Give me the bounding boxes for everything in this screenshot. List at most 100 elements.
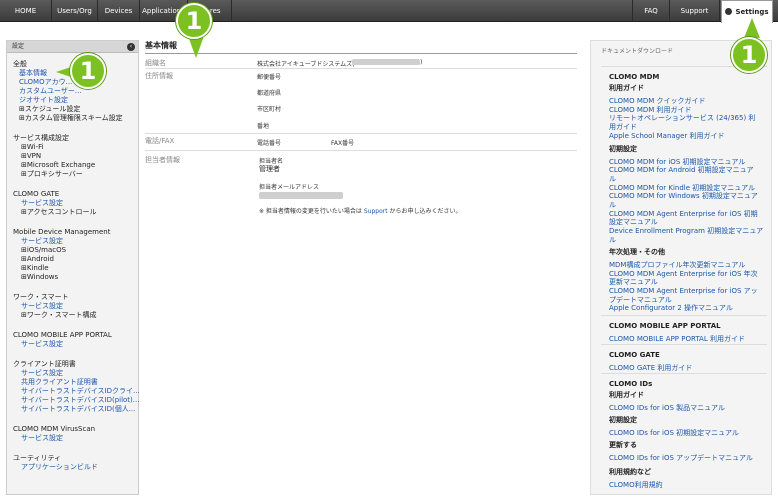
nav-devices[interactable]: Devices: [98, 0, 140, 22]
sidebar-item[interactable]: ジオサイト設定: [19, 96, 68, 105]
document-link[interactable]: プデートマニュアル: [609, 296, 672, 304]
sidebar-item[interactable]: ⊞ワーク・スマート構成: [21, 311, 97, 320]
redacted-email: [259, 192, 343, 199]
sidebar-item[interactable]: ⊞プロキシサーバー: [21, 170, 83, 179]
sidebar-header: 設定 ‹: [7, 41, 138, 53]
sidebar-item[interactable]: ⊞アクセスコントロール: [21, 208, 97, 217]
callout-badge-sidebar: 1: [70, 53, 106, 89]
nav-faq[interactable]: FAQ: [632, 0, 670, 22]
document-link[interactable]: CLOMO MDM for Windows 初期設定マニュア: [609, 192, 758, 200]
sidebar-item[interactable]: サイバートラストデバイスIDクライ...: [21, 387, 140, 396]
page-title: 基本情報: [145, 41, 177, 50]
sidebar-category: クライアント証明書: [13, 360, 76, 368]
sidebar-item[interactable]: ⊞VPN: [21, 152, 41, 161]
sidebar-item[interactable]: ⊞カスタム管理権限スキーム設定: [19, 114, 123, 123]
contact-name: 管理者: [259, 165, 280, 173]
sidebar-item[interactable]: サービス設定: [21, 302, 63, 311]
postal-code-label: 郵便番号: [257, 74, 282, 81]
phone-label: 電話番号: [257, 140, 282, 147]
fax-label: FAX番号: [331, 140, 355, 147]
nav-home[interactable]: HOME: [0, 0, 52, 22]
document-link[interactable]: Apple School Manager 利用ガイド: [609, 132, 725, 140]
subsection-heading: 更新する: [609, 441, 637, 449]
callout-badge-nav: 1: [176, 3, 212, 39]
document-link[interactable]: ル: [609, 201, 616, 209]
section-heading: CLOMO IDs: [609, 380, 653, 388]
document-link[interactable]: CLOMO MDM Agent Enterprise for iOS アッ: [609, 287, 758, 295]
document-link[interactable]: CLOMO GATE 利用ガイド: [609, 364, 692, 372]
panel-title: ドキュメントダウンロード: [601, 48, 674, 55]
document-link[interactable]: 設定マニュアル: [609, 218, 658, 226]
note-prefix: ※ 担当者情報の変更を行いたい場合は: [259, 208, 364, 215]
document-link[interactable]: CLOMO MDM 利用ガイド: [609, 106, 692, 114]
sidebar-item[interactable]: CLOMOアカウ...: [19, 78, 72, 87]
org-label: 組織名: [145, 59, 166, 67]
sidebar-item[interactable]: 基本情報: [19, 69, 47, 78]
street-label: 番地: [257, 123, 270, 130]
city-label: 市区町村: [257, 106, 282, 113]
document-link[interactable]: CLOMO MDM for iOS 初期設定マニュアル: [609, 158, 745, 166]
document-link[interactable]: CLOMO MDM Agent Enterprise for iOS 初期: [609, 210, 758, 218]
sidebar-item[interactable]: ⊞Microsoft Exchange: [21, 161, 95, 170]
document-link[interactable]: CLOMO MDM クイックガイド: [609, 97, 706, 105]
sidebar-item[interactable]: アプリケーションビルド: [21, 463, 98, 472]
document-link[interactable]: リモートオペレーションサービス (24/365) 利: [609, 114, 755, 122]
sidebar-item[interactable]: ⊞Android: [21, 255, 54, 264]
sidebar-category: サービス構成設定: [13, 134, 69, 142]
sidebar-item[interactable]: 共用クライアント証明書: [21, 378, 98, 387]
sidebar-category: ワーク・スマート: [13, 293, 69, 301]
sidebar-item[interactable]: サイバートラストデバイスID(pilot)...: [21, 396, 139, 405]
document-link[interactable]: CLOMO MDM Agent Enterprise for iOS 年次: [609, 270, 758, 278]
document-link[interactable]: CLOMO MOBILE APP PORTAL 利用ガイド: [609, 335, 745, 343]
sidebar-item[interactable]: ⊞iOS/macOS: [21, 246, 66, 255]
divider: [601, 315, 767, 316]
divider: [601, 373, 767, 374]
document-link[interactable]: CLOMO IDs for iOS 製品マニュアル: [609, 404, 725, 412]
sidebar-item[interactable]: ⊞Kindle: [21, 264, 49, 273]
sidebar-category: CLOMO MDM VirusScan: [13, 425, 96, 433]
org-value: 株式会社アイキューブドシステムズ(: [257, 61, 355, 68]
document-link[interactable]: CLOMO IDs for iOS 初期設定マニュアル: [609, 429, 739, 437]
document-link[interactable]: CLOMO利用規約: [609, 481, 663, 489]
document-download-panel: ドキュメントダウンロード CLOMO MDM 利用ガイド CLOMO MDM クイッ…: [590, 40, 772, 495]
chevron-left-icon[interactable]: ‹: [127, 43, 135, 51]
sidebar-category: Mobile Device Management: [13, 228, 111, 236]
document-link[interactable]: CLOMO MDM for Android 初期設定マニュア: [609, 166, 754, 174]
nav-support[interactable]: Support: [670, 0, 720, 22]
sidebar-category: ユーティリティ: [13, 454, 62, 462]
divider: [601, 344, 767, 345]
sidebar-item[interactable]: カスタムユーザー...: [19, 87, 82, 96]
sidebar-item[interactable]: サービス設定: [21, 369, 63, 378]
sidebar-item[interactable]: サイバートラストデバイスID(個人...: [21, 405, 135, 414]
document-link[interactable]: MDM構成プロファイル年次更新マニュアル: [609, 261, 745, 269]
document-link[interactable]: CLOMO IDs for iOS アップデートマニュアル: [609, 454, 753, 462]
document-link[interactable]: ル: [609, 236, 616, 244]
document-link[interactable]: CLOMO MDM for Kindle 初期設定マニュアル: [609, 184, 755, 192]
sidebar-item[interactable]: サービス設定: [21, 237, 63, 246]
nav-users-org[interactable]: Users/Org: [52, 0, 98, 22]
subsection-heading: 利用ガイド: [609, 84, 644, 92]
document-link[interactable]: ル: [609, 175, 616, 183]
sidebar-item[interactable]: サービス設定: [21, 199, 63, 208]
org-value-end: ): [420, 59, 423, 66]
document-link[interactable]: 用ガイド: [609, 123, 637, 131]
document-link[interactable]: 更新マニュアル: [609, 278, 658, 286]
subsection-heading: 利用規約など: [609, 468, 651, 476]
divider: [145, 68, 577, 69]
sidebar-category: 全般: [13, 60, 27, 68]
section-heading: CLOMO MOBILE APP PORTAL: [609, 322, 721, 330]
document-link[interactable]: Device Enrollment Program 初期設定マニュア: [609, 227, 763, 235]
sidebar-item[interactable]: ⊞スケジュール設定: [19, 105, 80, 114]
sidebar-category: CLOMO GATE: [13, 190, 60, 198]
note-suffix: からお申し込みください。: [387, 208, 462, 215]
callout-badge-settings: 1: [731, 37, 767, 73]
sidebar-item[interactable]: サービス設定: [21, 340, 63, 349]
subsection-heading: 初期設定: [609, 145, 637, 153]
sidebar-item[interactable]: ⊞Windows: [21, 273, 58, 282]
support-link[interactable]: Support: [364, 208, 388, 215]
callout-pointer: [188, 36, 204, 58]
document-link[interactable]: Apple Configurator 2 操作マニュアル: [609, 304, 733, 312]
sidebar-item[interactable]: サービス設定: [21, 434, 63, 443]
section-heading: CLOMO MDM: [609, 73, 660, 81]
sidebar-item[interactable]: ⊞Wi-Fi: [21, 143, 44, 152]
